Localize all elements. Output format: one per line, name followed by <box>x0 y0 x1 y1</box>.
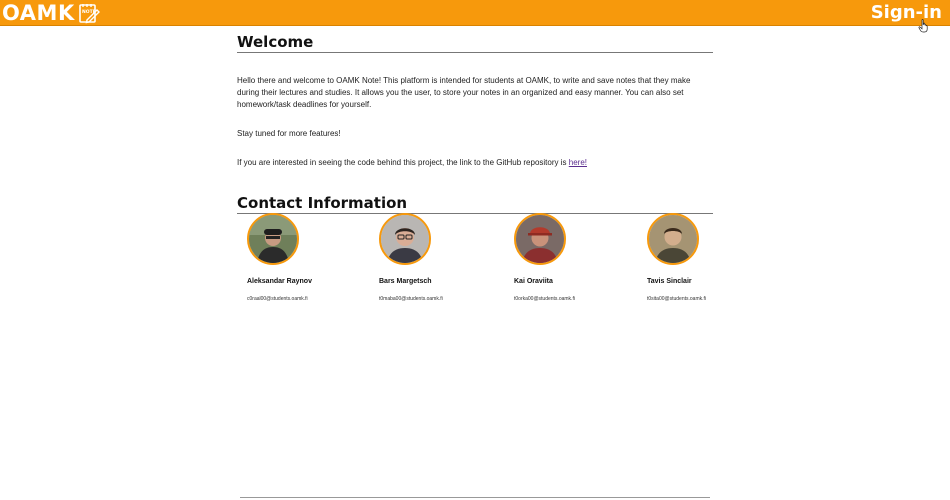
welcome-heading: Welcome <box>237 33 713 53</box>
avatar <box>514 213 566 265</box>
person-photo-icon <box>249 215 297 263</box>
contact-name: Bars Margetsch <box>379 278 432 285</box>
stay-tuned-text: Stay tuned for more features! <box>237 129 341 138</box>
contact-card: Bars Margetsch t0maba00@students.oamk.fi <box>379 213 509 303</box>
contact-list: Aleksandar Raynov c0raal00@students.oamk… <box>0 213 950 313</box>
contact-email: t0orka00@students.oamk.fi <box>514 296 575 302</box>
contact-card: Aleksandar Raynov c0raal00@students.oamk… <box>247 213 377 303</box>
person-photo-icon <box>649 215 697 263</box>
contact-name: Tavis Sinclair <box>647 278 692 285</box>
main-content: Welcome Hello there and welcome to OAMK … <box>237 33 713 214</box>
contact-card: Kai Oraviita t0orka00@students.oamk.fi <box>514 213 644 303</box>
contact-email: t0maba00@students.oamk.fi <box>379 296 443 302</box>
top-header: OAMK NOTE Sign-in <box>0 0 950 26</box>
contact-name: Aleksandar Raynov <box>247 278 312 285</box>
footer-divider <box>240 497 710 498</box>
intro-paragraph: Hello there and welcome to OAMK Note! Th… <box>237 76 691 109</box>
avatar <box>379 213 431 265</box>
note-icon: NOTE <box>78 4 100 24</box>
person-photo-icon <box>381 215 429 263</box>
github-text: If you are interested in seeing the code… <box>237 158 569 167</box>
avatar <box>647 213 699 265</box>
contact-card: Tavis Sinclair t0sita00@students.oamk.fi <box>647 213 777 303</box>
github-paragraph: If you are interested in seeing the code… <box>237 157 713 169</box>
hand-cursor-icon <box>918 19 928 33</box>
person-photo-icon <box>516 215 564 263</box>
sign-in-button[interactable]: Sign-in <box>871 2 942 24</box>
avatar <box>247 213 299 265</box>
logo[interactable]: OAMK NOTE <box>2 2 100 24</box>
contact-heading: Contact Information <box>237 194 713 214</box>
contact-email: c0raal00@students.oamk.fi <box>247 296 308 302</box>
contact-name: Kai Oraviita <box>514 278 553 285</box>
github-link[interactable]: here! <box>569 158 587 167</box>
logo-text: OAMK <box>2 1 75 25</box>
contact-email: t0sita00@students.oamk.fi <box>647 296 706 302</box>
